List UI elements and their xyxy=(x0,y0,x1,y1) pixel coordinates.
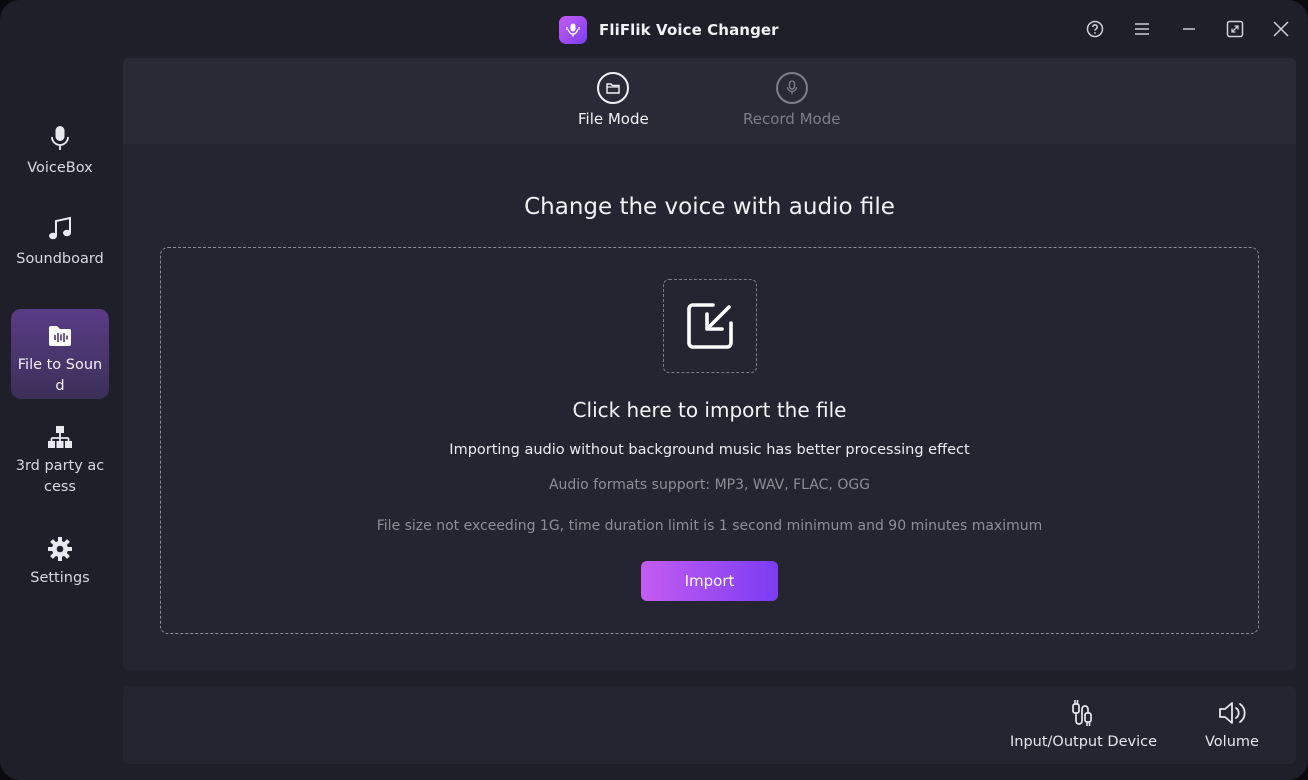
sidebar-item-file-to-sound[interactable]: File to Sound xyxy=(11,309,109,399)
input-output-device-label: Input/Output Device xyxy=(1010,734,1157,750)
sidebar-item-3rd-party-access[interactable]: 3rd party access xyxy=(11,420,109,500)
close-button[interactable] xyxy=(1270,18,1292,40)
sidebar-item-soundboard[interactable]: Soundboard xyxy=(11,213,109,293)
audio-file-icon xyxy=(47,319,73,349)
network-icon xyxy=(47,420,73,450)
volume-label: Volume xyxy=(1205,734,1259,750)
page-title: Change the voice with audio file xyxy=(524,194,895,220)
file-dropzone[interactable]: Click here to import the file Importing … xyxy=(160,247,1259,634)
plug-icon xyxy=(1070,698,1098,728)
sidebar: VoiceBox Soundboard File to Sound 3rd pa… xyxy=(0,58,122,780)
volume-button[interactable]: Volume xyxy=(1205,698,1259,750)
file-limits: File size not exceeding 1G, time duratio… xyxy=(376,518,1043,534)
gear-icon xyxy=(47,532,73,562)
sidebar-item-label: File to Sound xyxy=(17,357,103,394)
app-brand: FliFlik Voice Changer xyxy=(559,16,779,44)
supported-formats: Audio formats support: MP3, WAV, FLAC, O… xyxy=(548,477,871,493)
microphone-icon xyxy=(49,122,71,152)
minimize-icon xyxy=(1183,28,1195,30)
sidebar-item-settings[interactable]: Settings xyxy=(11,532,109,592)
import-button[interactable]: Import xyxy=(641,561,778,601)
close-icon xyxy=(1273,21,1289,37)
tab-label: File Mode xyxy=(578,110,649,128)
sidebar-item-label: 3rd party access xyxy=(15,458,105,495)
title-bar: FliFlik Voice Changer xyxy=(0,0,1308,58)
dropzone-headline: Click here to import the file xyxy=(572,398,847,422)
app-logo-icon xyxy=(559,16,587,44)
maximize-icon xyxy=(1226,20,1244,38)
mode-tabs: File Mode Record Mode xyxy=(123,58,1296,144)
bottom-bar: Input/Output Device Volume xyxy=(123,686,1296,764)
main-panel: Change the voice with audio file Click h… xyxy=(123,144,1296,670)
input-output-device-button[interactable]: Input/Output Device xyxy=(1010,698,1157,750)
app-window: FliFlik Voice Changer VoiceBox Soundboar… xyxy=(0,0,1308,780)
dropzone-hint: Importing audio without background music… xyxy=(449,442,970,458)
minimize-button[interactable] xyxy=(1178,18,1200,40)
sidebar-item-label: Settings xyxy=(30,570,90,586)
help-icon xyxy=(1086,20,1104,38)
tab-file-mode[interactable]: File Mode xyxy=(578,72,649,128)
help-button[interactable] xyxy=(1084,18,1106,40)
import-file-icon xyxy=(663,279,757,373)
menu-button[interactable] xyxy=(1131,18,1153,40)
menu-icon xyxy=(1135,23,1149,35)
microphone-icon xyxy=(775,72,808,104)
maximize-button[interactable] xyxy=(1224,18,1246,40)
sidebar-item-label: Soundboard xyxy=(16,251,104,267)
tab-record-mode[interactable]: Record Mode xyxy=(743,72,840,128)
tab-label: Record Mode xyxy=(743,110,841,128)
app-title: FliFlik Voice Changer xyxy=(599,21,779,39)
speaker-icon xyxy=(1217,698,1247,728)
folder-icon xyxy=(597,72,630,104)
music-note-icon xyxy=(46,213,74,243)
sidebar-item-voicebox[interactable]: VoiceBox xyxy=(11,122,109,186)
sidebar-item-label: VoiceBox xyxy=(27,160,93,176)
